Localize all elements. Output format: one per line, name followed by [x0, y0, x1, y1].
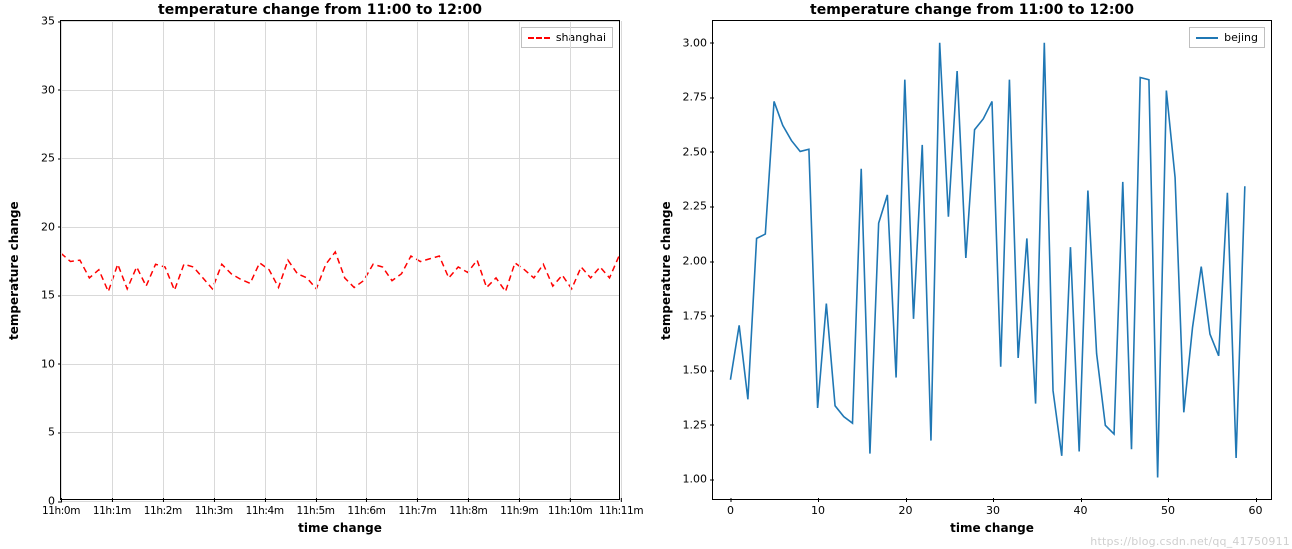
legend-swatch — [1196, 37, 1218, 39]
series-bejing — [713, 21, 1271, 499]
legend-swatch — [528, 37, 550, 39]
x-axis-label: time change — [713, 521, 1271, 535]
x-tick: 10 — [811, 499, 825, 517]
axes: bejing time change 1.001.251.501.752.002… — [712, 20, 1272, 500]
x-tick: 11h:2m — [144, 499, 182, 517]
y-tick: 2.75 — [659, 92, 713, 103]
chart-title: temperature change from 11:00 to 12:00 — [652, 2, 1292, 18]
x-tick: 11h:6m — [347, 499, 385, 517]
x-tick: 30 — [986, 499, 1000, 517]
axes: shanghai time change 0510152025303511h:0… — [60, 20, 620, 500]
x-tick: 11h:4m — [246, 499, 284, 517]
x-tick: 60 — [1249, 499, 1263, 517]
legend-label: bejing — [1224, 31, 1258, 44]
y-tick: 5 — [7, 427, 61, 438]
legend: bejing — [1189, 27, 1265, 48]
x-tick: 40 — [1074, 499, 1088, 517]
y-tick: 1.25 — [659, 419, 713, 430]
legend: shanghai — [521, 27, 613, 48]
x-tick: 11h:7m — [398, 499, 436, 517]
watermark: https://blog.csdn.net/qq_41750911 — [1090, 535, 1290, 548]
y-tick: 25 — [7, 153, 61, 164]
series-shanghai — [61, 21, 619, 499]
y-tick: 3.00 — [659, 37, 713, 48]
y-tick: 35 — [7, 16, 61, 27]
y-tick: 2.50 — [659, 146, 713, 157]
y-tick: 1.00 — [659, 474, 713, 485]
x-tick: 11h:9m — [500, 499, 538, 517]
x-axis-label: time change — [61, 521, 619, 535]
x-tick: 50 — [1161, 499, 1175, 517]
legend-label: shanghai — [556, 31, 606, 44]
x-tick: 11h:5m — [297, 499, 335, 517]
y-axis-label: temperature change — [659, 201, 673, 340]
x-tick: 11h:3m — [195, 499, 233, 517]
y-tick: 1.50 — [659, 365, 713, 376]
x-tick: 0 — [727, 499, 734, 517]
subplot-bejing: temperature change from 11:00 to 12:00 b… — [652, 0, 1292, 549]
x-tick: 11h:11m — [599, 499, 643, 517]
x-tick: 20 — [899, 499, 913, 517]
x-tick: 11h:10m — [548, 499, 592, 517]
x-tick: 11h:8m — [449, 499, 487, 517]
figure: temperature change from 11:00 to 12:00 s… — [0, 0, 1292, 549]
y-tick: 10 — [7, 358, 61, 369]
y-axis-label: temperature change — [7, 201, 21, 340]
chart-title: temperature change from 11:00 to 12:00 — [0, 2, 640, 18]
subplot-shanghai: temperature change from 11:00 to 12:00 s… — [0, 0, 640, 549]
y-tick: 30 — [7, 84, 61, 95]
x-tick: 11h:1m — [93, 499, 131, 517]
x-tick: 11h:0m — [42, 499, 80, 517]
